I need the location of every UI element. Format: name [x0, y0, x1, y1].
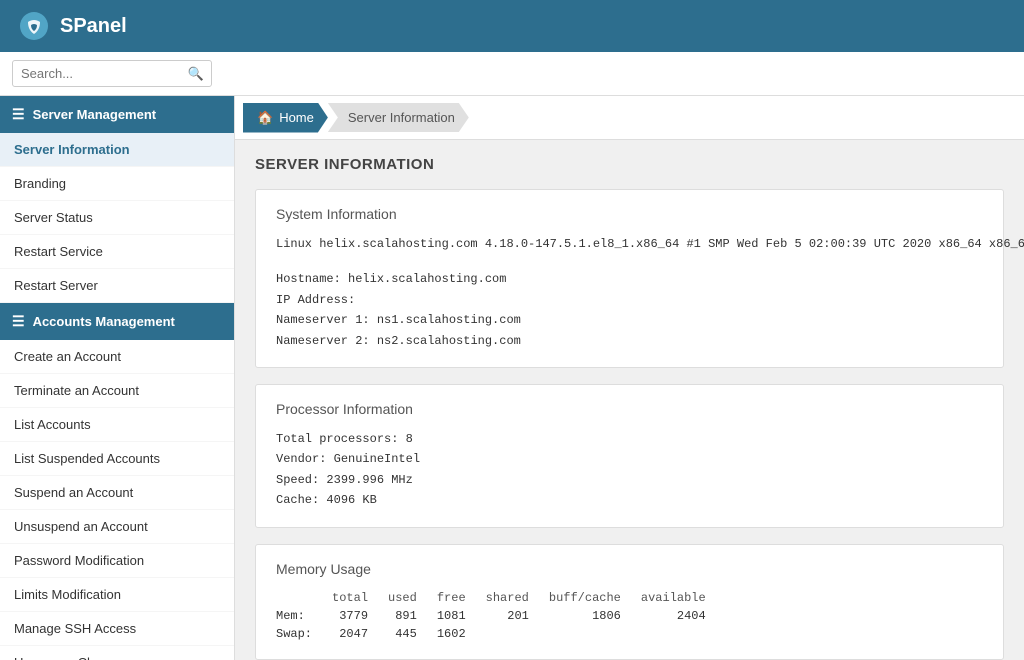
mem-free: 1081	[437, 607, 486, 625]
app-title: SPanel	[60, 15, 127, 38]
mem-used: 891	[388, 607, 437, 625]
col-header-used: used	[388, 589, 437, 607]
accounts-management-icon: ☰	[12, 313, 25, 330]
memory-usage-card: Memory Usage total used free shared buff…	[255, 544, 1004, 660]
swap-label: Swap:	[276, 625, 332, 643]
col-header-free: free	[437, 589, 486, 607]
memory-table-header-row: total used free shared buff/cache availa…	[276, 589, 726, 607]
sidebar-item-restart-service[interactable]: Restart Service	[0, 235, 234, 269]
layout: ☰ Server Management Server Information B…	[0, 96, 1024, 660]
col-header-available: available	[641, 589, 726, 607]
sidebar-item-password-modification[interactable]: Password Modification	[0, 544, 234, 578]
breadcrumb: 🏠 Home Server Information	[235, 96, 1024, 140]
page-title: SERVER INFORMATION	[255, 156, 1004, 173]
processor-info-card: Processor Information Total processors: …	[255, 384, 1004, 528]
mem-buff-cache: 1806	[549, 607, 641, 625]
hostname-value: helix.scalahosting.com	[341, 272, 507, 286]
proc-vendor-label: Vendor:	[276, 452, 326, 466]
header: SPanel	[0, 0, 1024, 52]
memory-usage-title: Memory Usage	[276, 561, 983, 577]
sidebar-item-restart-server[interactable]: Restart Server	[0, 269, 234, 303]
ns2-label: Nameserver 2:	[276, 334, 370, 348]
proc-vendor-value: GenuineIntel	[326, 452, 420, 466]
sidebar: ☰ Server Management Server Information B…	[0, 96, 235, 660]
search-input[interactable]	[12, 60, 212, 87]
sidebar-item-username-change[interactable]: Username Change	[0, 646, 234, 660]
swap-free: 1602	[437, 625, 486, 643]
proc-speed-value: 2399.996 MHz	[319, 473, 413, 487]
sidebar-item-server-status[interactable]: Server Status	[0, 201, 234, 235]
mem-shared: 201	[486, 607, 549, 625]
swap-shared	[486, 625, 549, 643]
search-bar: 🔍	[0, 52, 1024, 96]
ns2-value: ns2.scalahosting.com	[370, 334, 521, 348]
col-header-shared: shared	[486, 589, 549, 607]
sidebar-item-manage-ssh[interactable]: Manage SSH Access	[0, 612, 234, 646]
col-header-buff-cache: buff/cache	[549, 589, 641, 607]
ns1-label: Nameserver 1:	[276, 313, 370, 327]
system-info-card: System Information Linux helix.scalahost…	[255, 189, 1004, 368]
sidebar-item-limits-modification[interactable]: Limits Modification	[0, 578, 234, 612]
breadcrumb-current: Server Information	[328, 103, 469, 132]
swap-available	[641, 625, 726, 643]
search-input-wrap[interactable]: 🔍	[12, 60, 212, 87]
proc-cache-value: 4096 KB	[319, 493, 377, 507]
memory-row-swap: Swap: 2047 445 1602	[276, 625, 726, 643]
mem-total: 3779	[332, 607, 388, 625]
mem-available: 2404	[641, 607, 726, 625]
system-info-details: Hostname: helix.scalahosting.com IP Addr…	[276, 269, 983, 351]
sidebar-section-accounts-management[interactable]: ☰ Accounts Management	[0, 303, 234, 340]
system-info-kernel: Linux helix.scalahosting.com 4.18.0-147.…	[276, 234, 983, 254]
processor-info-title: Processor Information	[276, 401, 983, 417]
breadcrumb-home[interactable]: 🏠 Home	[243, 103, 328, 133]
proc-cache-label: Cache:	[276, 493, 319, 507]
proc-speed-label: Speed:	[276, 473, 319, 487]
ns1-value: ns1.scalahosting.com	[370, 313, 521, 327]
breadcrumb-home-label: Home	[279, 110, 314, 125]
proc-total-label: Total processors:	[276, 432, 398, 446]
sidebar-item-suspend-account[interactable]: Suspend an Account	[0, 476, 234, 510]
main-content: 🏠 Home Server Information SERVER INFORMA…	[235, 96, 1024, 660]
spanel-logo-icon	[18, 10, 50, 42]
memory-row-mem: Mem: 3779 891 1081 201 1806 2404	[276, 607, 726, 625]
breadcrumb-current-label: Server Information	[348, 110, 455, 125]
swap-buff-cache	[549, 625, 641, 643]
col-header-empty	[276, 589, 332, 607]
swap-total: 2047	[332, 625, 388, 643]
swap-used: 445	[388, 625, 437, 643]
sidebar-item-list-suspended[interactable]: List Suspended Accounts	[0, 442, 234, 476]
sidebar-item-list-accounts[interactable]: List Accounts	[0, 408, 234, 442]
ip-label: IP Address:	[276, 293, 355, 307]
memory-table: total used free shared buff/cache availa…	[276, 589, 726, 643]
system-info-title: System Information	[276, 206, 983, 222]
server-management-icon: ☰	[12, 106, 25, 123]
sidebar-item-branding[interactable]: Branding	[0, 167, 234, 201]
home-icon: 🏠	[257, 110, 273, 126]
accounts-management-label: Accounts Management	[33, 314, 175, 329]
processor-details: Total processors: 8 Vendor: GenuineIntel…	[276, 429, 983, 511]
sidebar-item-server-information[interactable]: Server Information	[0, 133, 234, 167]
content-area: SERVER INFORMATION System Information Li…	[235, 140, 1024, 660]
sidebar-item-unsuspend-account[interactable]: Unsuspend an Account	[0, 510, 234, 544]
mem-label: Mem:	[276, 607, 332, 625]
sidebar-section-server-management[interactable]: ☰ Server Management	[0, 96, 234, 133]
sidebar-item-create-account[interactable]: Create an Account	[0, 340, 234, 374]
server-management-label: Server Management	[33, 107, 157, 122]
hostname-label: Hostname:	[276, 272, 341, 286]
proc-total-value: 8	[398, 432, 412, 446]
sidebar-item-terminate-account[interactable]: Terminate an Account	[0, 374, 234, 408]
col-header-total: total	[332, 589, 388, 607]
